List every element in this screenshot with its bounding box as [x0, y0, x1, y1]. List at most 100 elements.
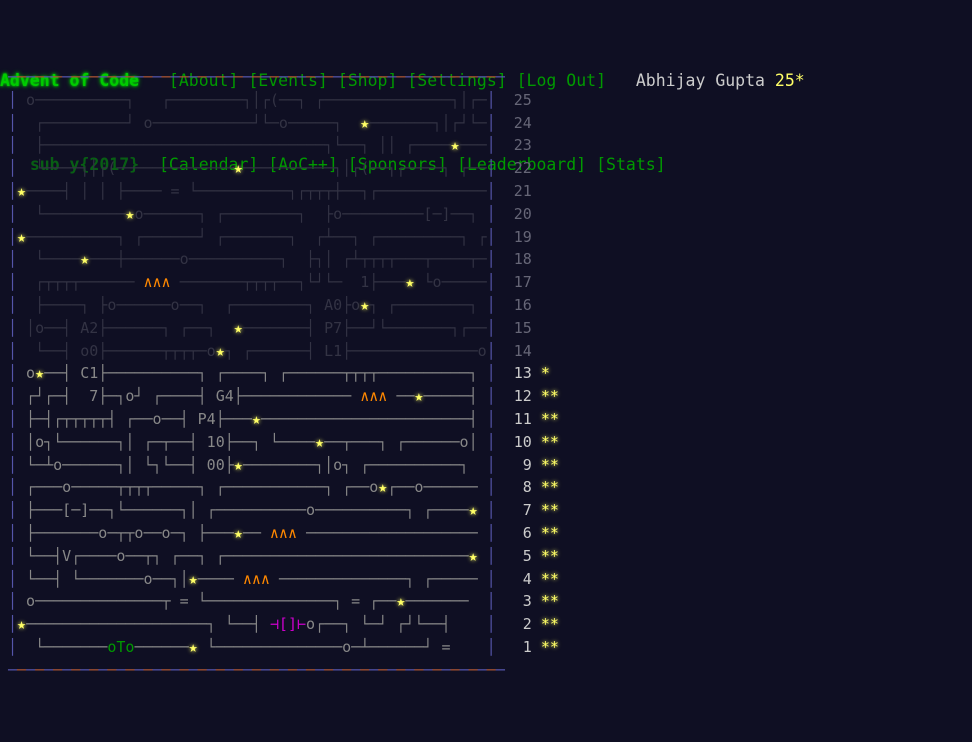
border-dash: ─: [35, 660, 45, 679]
circuit-art: ★: [233, 523, 243, 542]
day-star-rating: **: [540, 569, 559, 588]
border-dash: ─: [459, 68, 469, 86]
border-left: │: [8, 569, 18, 588]
border-dash: ─: [53, 660, 63, 679]
circuit-art: ───────────────────────┤: [260, 409, 487, 428]
day-number: 20: [513, 204, 532, 223]
calendar-day-15[interactable]: │ │o──┤ A2├──────┐ ┌──┐ ★───────┤ P7├──┘…: [8, 317, 972, 340]
day-number: 17: [513, 273, 532, 292]
circuit-art: ──┤ C1├──────────┐ ┌────┐ ┌──────┬┬┬┬───…: [44, 364, 487, 383]
border-dash: ─: [224, 68, 234, 86]
calendar-day-17[interactable]: │ ┌┬┬┬┬────── ∧∧∧ ───────┬┬┬┬──┐└┘└─ 1├─…: [8, 271, 972, 294]
calendar-day-6[interactable]: │ ├───────o─┬┬o──o─┐ ├───★── ∧∧∧ ───────…: [8, 522, 972, 545]
border-dash: ─: [351, 660, 361, 679]
calendar-day-24[interactable]: │ ┌─────────┘ o───────────┘└─o─────┐ ★──…: [8, 112, 972, 135]
calendar-day-4[interactable]: │ └──┤ └───────o──┐│★──── ∧∧∧ ──────────…: [8, 568, 972, 591]
circuit-art: ★: [17, 615, 27, 634]
border-dash: ─: [287, 660, 297, 679]
circuit-art: ∧∧∧: [242, 569, 270, 588]
calendar-day-14[interactable]: │ └──┤ o0├──────┬┬┬┬─o★┐ ┌──────┤ L1├───…: [8, 340, 972, 363]
border-right: │: [486, 432, 496, 451]
border-dash: ─: [441, 68, 451, 86]
calendar-day-18[interactable]: │ └────★───┼──────o──────────┐ ├┐│ ┌┴┬┬┬…: [8, 248, 972, 271]
calendar-day-16[interactable]: │ ├────┐ ├o──────o──┐ ┌────────┐ A0├o★┐ …: [8, 294, 972, 317]
day-number: 13: [513, 364, 532, 383]
calendar-day-23[interactable]: │ ├───────────────────────────────┐└──┐ …: [8, 134, 972, 157]
circuit-art: ───────┤ P7├──┘└───────┐┌──: [242, 318, 487, 337]
border-left: │: [8, 523, 18, 542]
circuit-art: ┐ ┌──────┤ L1├──────────────o: [224, 341, 487, 360]
border-dash: ─: [71, 68, 81, 86]
circuit-art: ★: [17, 181, 27, 200]
day-number: 14: [513, 341, 532, 360]
calendar-day-9[interactable]: │ └─┴o──────┐│ └┐└──┤ 00├★────────┐│o┐ ┌…: [8, 454, 972, 477]
circuit-art: ──────: [134, 637, 189, 656]
circuit-art: ├───────o─┬┬o──o─┐ ├───: [17, 523, 234, 542]
border-dash: ─: [450, 68, 460, 86]
circuit-art: ┌┘┌─┤ 7├─┐o┘ ┌────┤ G4├────────────: [17, 387, 361, 406]
circuit-art: └o─────: [414, 273, 487, 292]
circuit-art: ─────┤: [423, 387, 487, 406]
day-number: 25: [513, 90, 532, 109]
calendar-day-10[interactable]: │ │o┐└──────┐│ ┌─┬──┤ 10├──┐ └────★──┬──…: [8, 431, 972, 454]
border-dash: ─: [53, 68, 63, 86]
day-number: 2: [513, 615, 532, 634]
border-left: │: [8, 455, 18, 474]
day-number: 4: [513, 569, 532, 588]
calendar-day-1[interactable]: │ └───────oTo──────★ └──────────────o─┴─…: [8, 636, 972, 659]
calendar-day-25[interactable]: │ o──────────┐ ┌────────┐│┌(──┐ ┌───────…: [8, 89, 972, 112]
calendar-day-7[interactable]: │ ├───[─]──┐└──────┐│ ┌──────────o──────…: [8, 499, 972, 522]
circuit-art: ├─┤┌┬┬┬┬┬┤ ┌──o──┤ P4├───: [17, 409, 252, 428]
border-left: │: [8, 250, 18, 269]
border-dash: ─: [495, 68, 505, 86]
calendar-day-2[interactable]: │★────────────────────┐ └──┤ ⊣[]⊢o┌──┐ └…: [8, 613, 972, 636]
calendar-day-21[interactable]: │★────┤ │ │ ├──── = └──────────┐┌┬┬┬┼──┐…: [8, 180, 972, 203]
calendar-day-12[interactable]: │ ┌┘┌─┤ 7├─┐o┘ ┌────┤ G4├──────────── ∧∧…: [8, 385, 972, 408]
calendar-day-13[interactable]: │ o★──┤ C1├──────────┐ ┌────┐ ┌──────┬┬┬…: [8, 362, 972, 385]
border-right: │: [486, 409, 496, 428]
border-dash: ─: [233, 660, 243, 679]
calendar-day-20[interactable]: │ └─────────★o──────┐ ┌────────┐ ├o─────…: [8, 203, 972, 226]
day-star-rating: **: [540, 478, 559, 497]
border-dash: ─: [269, 660, 279, 679]
calendar-day-22[interactable]: │ └────┐│┌(─────────────★──────────┐│┌(─…: [8, 157, 972, 180]
border-dash: ─: [71, 660, 81, 679]
calendar-day-3[interactable]: │ o──────────────┬ = └──────────────┐ = …: [8, 590, 972, 613]
calendar-day-11[interactable]: │ ├─┤┌┬┬┬┬┬┤ ┌──o──┤ P4├───★────────────…: [8, 408, 972, 431]
day-number: 11: [513, 409, 532, 428]
circuit-art: └─┴o──────┐│ └┐└──┤ 00├: [17, 455, 234, 474]
border-dash: ─: [369, 68, 379, 86]
border-dash: ─: [369, 660, 379, 679]
circuit-art: ┌┬┬┬┬──────: [17, 273, 144, 292]
border-dash: ─: [486, 660, 496, 679]
border-right: │: [486, 204, 496, 223]
calendar-day-8[interactable]: │ ┌───o─────┬┬┬┬─────┐ ┌───────────┐ ┌──…: [8, 476, 972, 499]
circuit-art: ──────────┐ ┌──────┘ ┌───────┐ ┌┴──┐ ┌──…: [26, 227, 487, 246]
border-dash: ─: [26, 660, 36, 679]
circuit-art: └────┐│┌(─────────────: [17, 159, 234, 178]
border-dash: ─: [441, 660, 451, 679]
calendar-day-19[interactable]: │★──────────┐ ┌──────┘ ┌───────┐ ┌┴──┐ ┌…: [8, 226, 972, 249]
border-dash: ─: [197, 68, 207, 86]
day-star-rating: **: [540, 432, 559, 451]
border-dash: ─: [35, 68, 45, 86]
border-right: │: [486, 387, 496, 406]
border-right: │: [486, 227, 496, 246]
circuit-art: ───────┐│┌┘└─: [369, 113, 487, 132]
circuit-art: ├───[─]──┐└──────┐│ ┌──────────o────────…: [17, 501, 469, 520]
calendar-day-5[interactable]: │ └──┤V┌────o──┬┐ ┌──┐ ┌────────────────…: [8, 545, 972, 568]
border-dash: ─: [206, 68, 216, 86]
border-right: │: [486, 136, 496, 155]
